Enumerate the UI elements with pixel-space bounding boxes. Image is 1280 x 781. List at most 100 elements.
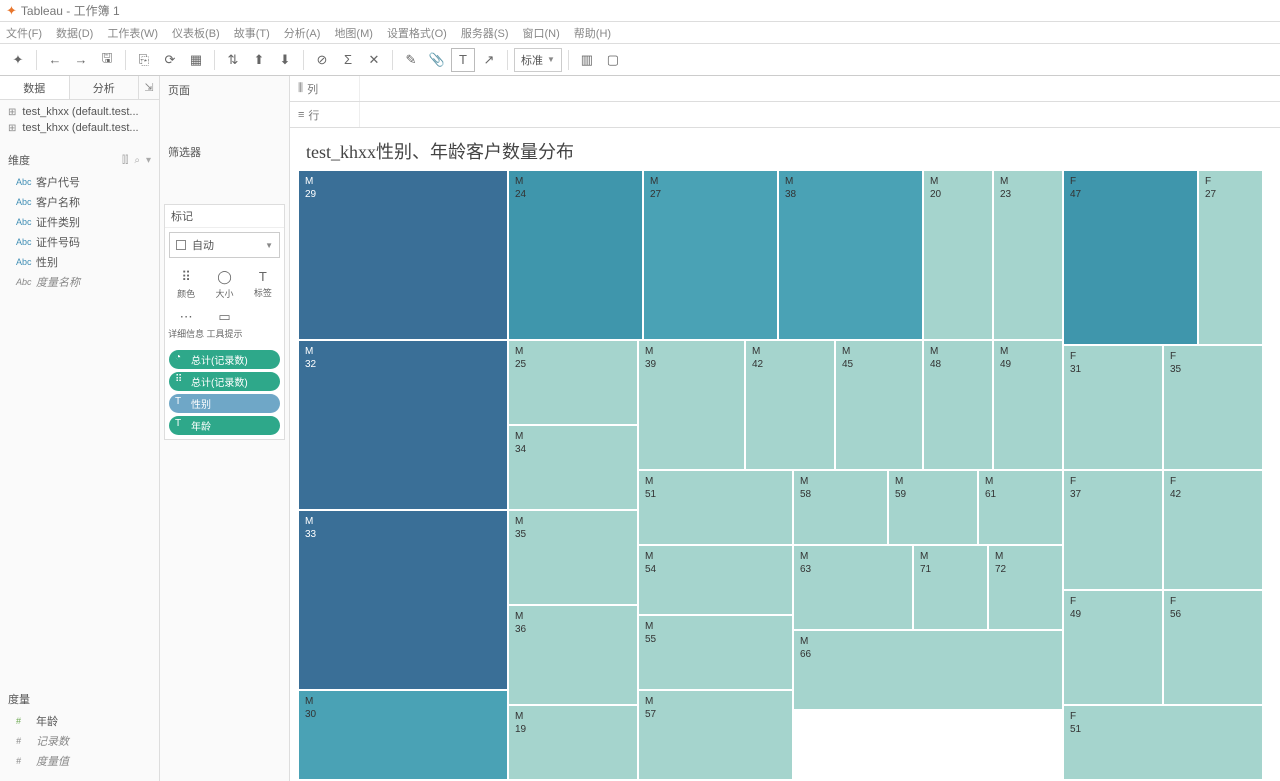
treemap-cell[interactable]: F51 [1063,705,1263,780]
menu-item[interactable]: 服务器(S) [461,25,509,41]
sort-desc-button[interactable]: ⬇ [273,48,297,72]
treemap-cell[interactable]: M25 [508,340,638,425]
menu-item[interactable]: 分析(A) [284,25,321,41]
menu-item[interactable]: 设置格式(O) [387,25,447,41]
treemap-cell[interactable]: M19 [508,705,638,780]
text-button[interactable]: T [451,48,475,72]
mark-color-button[interactable]: ⠿颜色 [167,264,205,304]
dimension-field[interactable]: Abc证件类别 [0,212,159,232]
treemap-cell[interactable]: M36 [508,605,638,705]
fit-dropdown[interactable]: 标准▼ [514,48,562,72]
refresh-button[interactable]: ⟳ [158,48,182,72]
mark-detail-button[interactable]: ⋯详细信息 [167,304,205,344]
treemap-cell[interactable]: F42 [1163,470,1263,590]
pages-shelf[interactable]: 页面 [164,80,285,100]
measure-field[interactable]: #度量值 [0,751,159,771]
treemap-cell[interactable]: M30 [298,690,508,780]
sort-asc-button[interactable]: ⬆ [247,48,271,72]
dimension-field[interactable]: Abc客户名称 [0,192,159,212]
treemap-cell[interactable]: F27 [1198,170,1263,345]
treemap-cell[interactable]: M63 [793,545,913,630]
presentation-button[interactable]: ▢ [601,48,625,72]
showme-button[interactable]: ▥ [575,48,599,72]
treemap-cell[interactable]: M66 [793,630,1063,710]
mark-pill[interactable]: T年龄 [169,416,280,435]
filter-icon[interactable]: ⫿⫿ [122,155,128,166]
mark-pill[interactable]: ⠿总计(记录数) [169,372,280,391]
new-datasource-button[interactable]: ⎘ [132,48,156,72]
menu-item[interactable]: 仪表板(B) [172,25,220,41]
treemap-cell[interactable]: M42 [745,340,835,470]
dimension-field[interactable]: Abc度量名称 [0,272,159,292]
menu-item[interactable]: 故事(T) [234,25,270,41]
treemap-cell[interactable]: F49 [1063,590,1163,705]
dimension-field[interactable]: Abc性别 [0,252,159,272]
treemap-cell[interactable]: M39 [638,340,745,470]
mark-pill[interactable]: ◔总计(记录数) [169,350,280,369]
treemap-viz[interactable]: M29M32M33M30M24M27M38M20M23M25M34M35M36M… [298,170,1272,773]
connect-icon[interactable]: ⇲ [139,76,159,99]
treemap-cell[interactable]: M59 [888,470,978,545]
treemap-cell[interactable]: M38 [778,170,923,340]
treemap-cell[interactable]: M20 [923,170,993,340]
search-icon[interactable]: ⌕ [134,155,140,166]
menu-item[interactable]: 地图(M) [334,25,373,41]
treemap-cell[interactable]: F56 [1163,590,1263,705]
measure-field[interactable]: #记录数 [0,731,159,751]
treemap-cell[interactable]: M57 [638,690,793,780]
treemap-cell[interactable]: M35 [508,510,638,605]
treemap-cell[interactable]: M51 [638,470,793,545]
treemap-cell[interactable]: M58 [793,470,888,545]
format-button[interactable]: ↗ [477,48,501,72]
treemap-cell[interactable]: M23 [993,170,1063,340]
treemap-cell[interactable]: M48 [923,340,993,470]
totals-button[interactable]: Σ [336,48,360,72]
measure-field[interactable]: #年龄 [0,711,159,731]
menu-item[interactable]: 文件(F) [6,25,42,41]
pin-button[interactable]: 📎 [425,48,449,72]
menu-item[interactable]: 数据(D) [56,25,93,41]
datasource-item[interactable]: ⊞test_khxx (default.test... [0,120,159,136]
datasource-item[interactable]: ⊞test_khxx (default.test... [0,104,159,120]
dimension-field[interactable]: Abc客户代号 [0,172,159,192]
treemap-cell[interactable]: M49 [993,340,1063,470]
tableau-icon[interactable]: ✦ [6,48,30,72]
dimension-field[interactable]: Abc证件号码 [0,232,159,252]
rows-shelf[interactable]: ≡行 [290,102,1280,128]
swap-button[interactable]: ⇅ [221,48,245,72]
treemap-cell[interactable]: F37 [1063,470,1163,590]
menu-item[interactable]: 工作表(W) [107,25,158,41]
save-button[interactable]: 🖫 [95,48,119,72]
mark-pill[interactable]: T性别 [169,394,280,413]
treemap-cell[interactable]: F47 [1063,170,1198,345]
back-button[interactable]: ← [43,48,67,72]
treemap-cell[interactable]: M54 [638,545,793,615]
menu-item[interactable]: 帮助(H) [574,25,611,41]
viz-title[interactable]: test_khxx性别、年龄客户数量分布 [290,128,1280,170]
highlight-button[interactable]: ✎ [399,48,423,72]
columns-shelf[interactable]: ⫼列 [290,76,1280,102]
treemap-cell[interactable]: M24 [508,170,643,340]
mark-type-dropdown[interactable]: 自动▼ [169,232,280,258]
mark-tooltip-button[interactable]: ▭工具提示 [205,304,243,344]
menu-icon[interactable]: ▾ [146,155,151,166]
filters-shelf[interactable]: 筛选器 [164,142,285,162]
treemap-cell[interactable]: M27 [643,170,778,340]
tab-data[interactable]: 数据 [0,76,70,99]
clear-button[interactable]: ✕ [362,48,386,72]
treemap-cell[interactable]: M32 [298,340,508,510]
treemap-cell[interactable]: M34 [508,425,638,510]
treemap-cell[interactable]: M45 [835,340,923,470]
treemap-cell[interactable]: M55 [638,615,793,690]
mark-size-button[interactable]: ◯大小 [205,264,243,304]
treemap-cell[interactable]: M33 [298,510,508,690]
new-sheet-button[interactable]: ▦ [184,48,208,72]
treemap-cell[interactable]: M61 [978,470,1063,545]
treemap-cell[interactable]: F31 [1063,345,1163,470]
treemap-cell[interactable]: F35 [1163,345,1263,470]
mark-label-button[interactable]: T标签 [244,264,282,304]
treemap-cell[interactable]: M72 [988,545,1063,630]
tab-analysis[interactable]: 分析 [70,76,140,99]
treemap-cell[interactable]: M71 [913,545,988,630]
menu-item[interactable]: 窗口(N) [523,25,560,41]
